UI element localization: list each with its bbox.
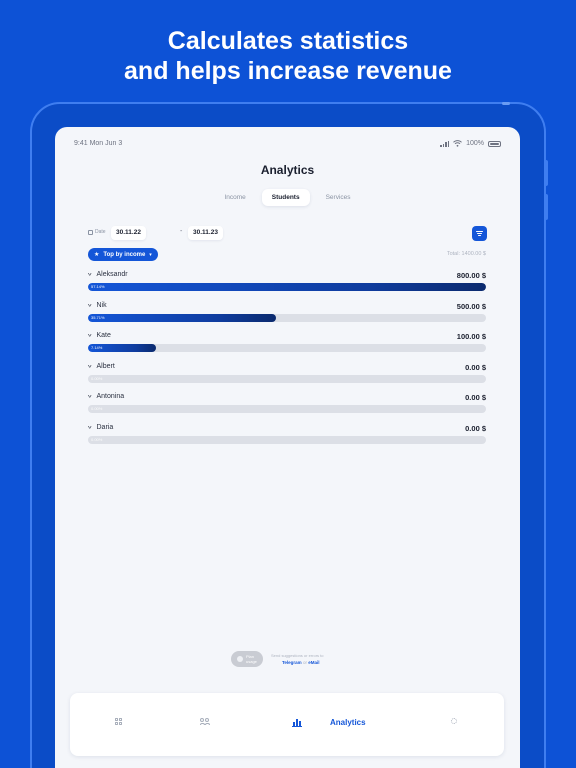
income-share-label: 35.71% xyxy=(91,314,105,320)
income-share-label: 0.00% xyxy=(91,436,103,442)
bottom-tab-bar: Analytics xyxy=(70,693,504,756)
headline-line-2: and helps increase revenue xyxy=(124,57,452,85)
segment-tabs: Income Students Services xyxy=(55,189,520,206)
income-share-label: 0.00% xyxy=(91,406,103,411)
app-screen: 9:41 Mon Jun 3 100% Analytics Income Stu… xyxy=(55,127,520,768)
income-bar-fill xyxy=(88,283,486,291)
calendar-icon xyxy=(88,229,93,235)
list-item[interactable]: v Daria 0.00 $ 0.00% xyxy=(88,422,486,453)
student-amount: 0.00 $ xyxy=(465,423,486,433)
tab-services[interactable]: Services xyxy=(316,189,361,206)
toggle-icon xyxy=(237,656,243,662)
date-separator: - xyxy=(180,228,183,235)
plan-usage-text: Plan usage xyxy=(246,654,257,664)
email-link[interactable]: eMail xyxy=(308,660,319,665)
student-name-wrap: v Kate xyxy=(88,332,111,339)
student-amount: 0.00 $ xyxy=(465,393,486,402)
date-filter: Date 30.11.22 - 30.11.23 xyxy=(88,226,486,242)
student-amount: 100.00 $ xyxy=(456,332,486,341)
people-icon xyxy=(200,718,210,725)
student-amount: 800.00 $ xyxy=(456,271,486,280)
chevron-down-icon: ▾ xyxy=(149,251,152,258)
tablet-camera xyxy=(502,102,510,105)
tabbar-item-settings[interactable] xyxy=(451,718,457,724)
list-item[interactable]: v Albert 0.00 $ 0.00% xyxy=(88,361,486,392)
status-bar: 9:41 Mon Jun 3 100% xyxy=(55,139,520,151)
bar-chart-icon xyxy=(292,718,302,727)
battery-icon xyxy=(488,140,501,147)
student-name-wrap: v Nik xyxy=(88,302,107,309)
student-name: Nik xyxy=(96,301,107,309)
or-text: or xyxy=(302,660,307,665)
chevron-down-icon[interactable]: v xyxy=(88,272,92,277)
chevron-down-icon[interactable]: v xyxy=(88,394,92,399)
status-icons: 100% xyxy=(440,140,501,147)
student-name-wrap: v Aleksandr xyxy=(88,271,128,278)
telegram-link[interactable]: Telegram xyxy=(282,660,302,665)
tab-students[interactable]: Students xyxy=(261,189,310,206)
chevron-down-icon[interactable]: v xyxy=(88,303,92,308)
tablet-side-button xyxy=(544,160,548,186)
battery-percent: 100% xyxy=(466,140,484,147)
student-name: Antonina xyxy=(96,393,125,400)
student-amount: 500.00 $ xyxy=(456,301,486,311)
income-share-label: 0.00% xyxy=(91,375,103,381)
tab-income[interactable]: Income xyxy=(214,189,255,206)
page-title: Analytics xyxy=(260,163,315,177)
chevron-down-icon[interactable]: v xyxy=(88,425,92,430)
tabbar-item-dashboard[interactable] xyxy=(115,718,122,725)
total-amount: Total: 1400.00 $ xyxy=(446,251,486,257)
student-name: Kate xyxy=(96,332,111,339)
list-item[interactable]: v Nik 500.00 $ 35.71% xyxy=(88,300,486,331)
student-name: Daria xyxy=(96,423,114,431)
student-amount: 0.00 $ xyxy=(465,362,486,372)
income-bar: 35.71% xyxy=(88,313,486,322)
wifi-icon xyxy=(453,140,462,147)
star-icon: ★ xyxy=(94,252,100,258)
sort-dropdown[interactable]: ★ Top by income ▾ xyxy=(88,248,158,261)
date-to-picker[interactable]: 30.11.23 xyxy=(188,226,223,240)
date-label-text: Date xyxy=(95,229,106,235)
gear-icon xyxy=(451,718,457,724)
student-name-wrap: v Antonina xyxy=(88,393,124,400)
feedback-text: Send suggestions or errors to xyxy=(271,653,324,658)
list-item[interactable]: v Kate 100.00 $ 7.14% xyxy=(88,330,486,361)
sort-row: ★ Top by income ▾ Total: 1400.00 $ xyxy=(88,248,486,262)
date-from-picker[interactable]: 30.11.22 xyxy=(111,226,146,240)
date-label: Date xyxy=(88,229,106,235)
tablet-side-button xyxy=(544,194,548,220)
chevron-down-icon[interactable]: v xyxy=(88,364,92,369)
income-bar: 0.00% xyxy=(88,435,486,444)
student-name: Aleksandr xyxy=(96,271,128,278)
student-name-wrap: v Albert xyxy=(88,363,115,370)
headline: Calculates statistics and helps increase… xyxy=(0,26,576,86)
income-bar: 0.00% xyxy=(88,374,486,383)
income-bar: 57.14% xyxy=(88,283,486,291)
status-time: 9:41 Mon Jun 3 xyxy=(74,140,123,147)
tabbar-item-students[interactable] xyxy=(200,718,210,725)
income-share-label: 7.14% xyxy=(91,345,103,350)
filter-button[interactable] xyxy=(472,226,487,241)
sort-label: Top by income xyxy=(103,251,146,258)
list-item[interactable]: v Aleksandr 800.00 $ 57.14% xyxy=(88,269,486,300)
signal-icon xyxy=(440,140,450,147)
income-bar: 7.14% xyxy=(88,344,486,352)
student-list: v Aleksandr 800.00 $ 57.14% v Nik 500.00… xyxy=(88,269,486,452)
income-share-label: 57.14% xyxy=(91,284,105,289)
feedback-note: Plan usage Send suggestions or errors to… xyxy=(231,651,371,669)
tabbar-item-analytics[interactable]: Analytics xyxy=(292,718,366,727)
tabbar-label-analytics: Analytics xyxy=(330,718,366,727)
plan-usage-line-2: usage xyxy=(246,659,257,664)
income-bar-fill xyxy=(88,313,277,322)
grid-icon xyxy=(115,718,122,725)
income-bar: 0.00% xyxy=(88,405,486,413)
student-name-wrap: v Daria xyxy=(88,424,113,431)
headline-line-1: Calculates statistics xyxy=(167,27,409,55)
chevron-down-icon[interactable]: v xyxy=(88,333,92,338)
feedback-links: Telegram or eMail xyxy=(282,660,320,665)
plan-usage-pill[interactable]: Plan usage xyxy=(231,651,263,667)
list-item[interactable]: v Antonina 0.00 $ 0.00% xyxy=(88,391,486,422)
student-name: Albert xyxy=(96,362,115,370)
